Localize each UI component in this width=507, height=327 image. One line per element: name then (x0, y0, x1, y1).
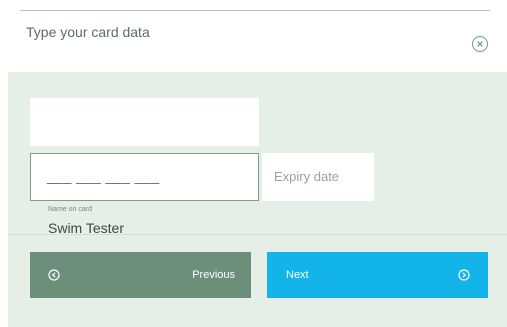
close-button[interactable] (472, 36, 488, 52)
previous-button-label: Previous (192, 269, 235, 281)
card-number-input[interactable]: ___ ___ ___ ___ (30, 153, 259, 201)
name-on-card-label: Name on card (48, 206, 92, 213)
top-divider (20, 10, 490, 11)
panel-divider (8, 234, 507, 235)
close-icon (477, 41, 483, 47)
expiry-date-input[interactable]: Expiry date (262, 153, 374, 201)
dialog-header (8, 12, 507, 72)
arrow-left-circle-icon (48, 269, 60, 281)
arrow-right-circle-icon (458, 269, 470, 281)
name-on-card-field[interactable]: Name on card Swim Tester (30, 98, 259, 236)
dialog-title: Type your card data (26, 24, 150, 40)
card-number-mask: ___ ___ ___ ___ (47, 168, 160, 184)
next-button[interactable]: Next (267, 252, 488, 298)
next-button-label: Next (286, 269, 309, 281)
previous-button[interactable]: Previous (30, 252, 251, 298)
expiry-date-placeholder: Expiry date (274, 169, 340, 184)
